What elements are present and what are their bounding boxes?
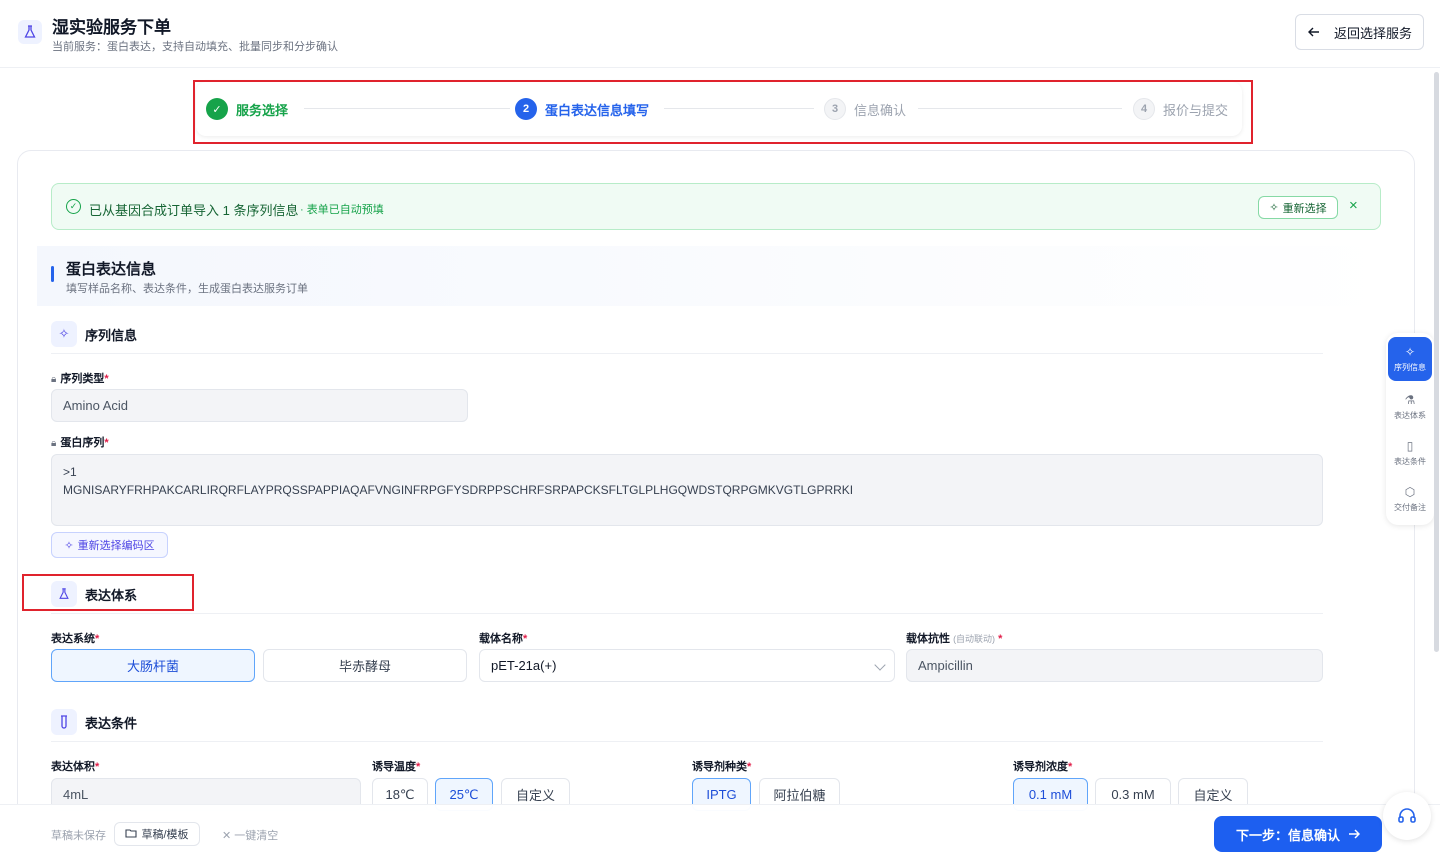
- protein-seq-label: 🔒︎ 蛋白序列*: [51, 437, 109, 449]
- seq-type-field[interactable]: Amino Acid: [51, 389, 468, 422]
- page-title: 湿实验服务下单: [52, 18, 171, 37]
- headset-icon[interactable]: [1383, 792, 1431, 840]
- check-circle-icon: ✓: [66, 199, 81, 214]
- reselect-button[interactable]: ✧ 重新选择: [1258, 196, 1338, 219]
- chevron-down-icon: [874, 659, 886, 671]
- page-header: 湿实验服务下单 当前服务：蛋白表达，支持自动填充、批量同步和分步确认 返回选择服…: [0, 0, 1440, 68]
- seq-type-label: 🔒︎ 序列类型*: [51, 373, 109, 385]
- inducer-label: 诱导剂种类*: [692, 761, 752, 773]
- anchor-expression-conditions[interactable]: ▯ 表达条件: [1388, 431, 1432, 475]
- concentration-label: 诱导剂浓度*: [1013, 761, 1073, 773]
- divider: [51, 613, 1323, 614]
- close-icon[interactable]: ×: [1349, 197, 1358, 214]
- flask-icon: ⚗︎: [1404, 393, 1416, 407]
- resistance-label: 载体抗性 (自动联动) *: [906, 633, 1003, 645]
- annotation-highlight-stepper: [193, 80, 1253, 144]
- sparkle-icon: ✧: [1269, 202, 1279, 214]
- draft-button-label: 草稿/模板: [141, 829, 189, 841]
- test-tube-icon: [51, 709, 77, 735]
- notice-subtext: · 表单已自动预填: [300, 204, 384, 216]
- close-icon: ✕: [222, 830, 235, 842]
- expression-conditions-group-header: 表达条件: [51, 708, 137, 736]
- group-title: 序列信息: [85, 327, 138, 343]
- lock-icon: 🔒︎: [51, 374, 57, 385]
- folder-icon: [125, 828, 138, 841]
- protein-seq-field[interactable]: >1 MGNISARYFRHPAKCARLIRQRFLAYPRQSSPAPPIA…: [51, 454, 1323, 526]
- clear-all-button[interactable]: ✕ 一键清空: [222, 827, 278, 843]
- back-button-label: 返回选择服务: [1334, 25, 1413, 41]
- lock-icon: 🔒︎: [51, 438, 57, 449]
- next-step-button[interactable]: 下一步：信息确认: [1214, 816, 1382, 852]
- sequence-group-header: ✧ 序列信息: [51, 320, 137, 348]
- vector-select[interactable]: pET-21a(+): [479, 649, 895, 682]
- button-label: 重新选择编码区: [77, 540, 155, 552]
- temperature-label: 诱导温度*: [372, 761, 421, 773]
- draft-template-button[interactable]: 草稿/模板: [114, 822, 200, 846]
- annotation-highlight-expression-system: [22, 574, 194, 611]
- section-header: 蛋白表达信息 填写样品名称、表达条件，生成蛋白表达服务订单: [37, 246, 1397, 306]
- section-anchor-nav: ✧ 序列信息 ⚗︎ 表达体系 ▯ 表达条件 ⬡ 交付备注: [1386, 333, 1434, 525]
- vector-name-label: 载体名称*: [479, 633, 528, 645]
- divider: [51, 741, 1323, 742]
- section-accent-bar: [51, 266, 54, 282]
- group-title: 表达条件: [85, 715, 138, 731]
- test-tube-icon: ▯: [1406, 439, 1414, 453]
- page-subtitle: 当前服务：蛋白表达，支持自动填充、批量同步和分步确认: [52, 41, 338, 53]
- sparkle-icon: ✧: [51, 321, 77, 347]
- sparkle-icon: ✧: [64, 539, 74, 552]
- flask-icon: [18, 20, 42, 44]
- action-footer: 草稿未保存 草稿/模板 ✕ 一键清空 下一步：信息确认: [0, 804, 1440, 853]
- anchor-sequence-info[interactable]: ✧ 序列信息: [1388, 337, 1432, 381]
- resistance-field[interactable]: Ampicillin: [906, 649, 1323, 682]
- arrow-right-icon: [1348, 827, 1361, 842]
- import-notice: ✓ 已从基因合成订单导入 1 条序列信息 · 表单已自动预填 ✧ 重新选择 ×: [51, 183, 1381, 230]
- volume-label: 表达体积*: [51, 761, 100, 773]
- section-description: 填写样品名称、表达条件，生成蛋白表达服务订单: [66, 283, 308, 295]
- arrow-left-icon: [1308, 25, 1320, 40]
- section-title: 蛋白表达信息: [66, 261, 157, 278]
- back-to-services-button[interactable]: 返回选择服务: [1295, 14, 1424, 50]
- system-option-ecoli[interactable]: 大肠杆菌: [51, 649, 255, 682]
- vector-value: pET-21a(+): [491, 658, 557, 673]
- notice-text: 已从基因合成订单导入 1 条序列信息: [89, 203, 299, 218]
- anchor-expression-system[interactable]: ⚗︎ 表达体系: [1388, 385, 1432, 429]
- scrollbar[interactable]: [1434, 72, 1439, 652]
- system-option-pichia[interactable]: 毕赤酵母: [263, 649, 467, 682]
- sparkle-icon: ✧: [1404, 345, 1416, 359]
- anchor-delivery-notes[interactable]: ⬡ 交付备注: [1388, 477, 1432, 521]
- reselect-coding-region-button[interactable]: ✧ 重新选择编码区: [51, 532, 168, 558]
- next-button-label: 下一步：信息确认: [1235, 827, 1340, 843]
- reselect-label: 重新选择: [1282, 202, 1327, 215]
- draft-status: 草稿未保存: [51, 830, 106, 842]
- package-icon: ⬡: [1404, 485, 1416, 499]
- expression-system-label: 表达系统*: [51, 633, 100, 645]
- divider: [51, 353, 1323, 354]
